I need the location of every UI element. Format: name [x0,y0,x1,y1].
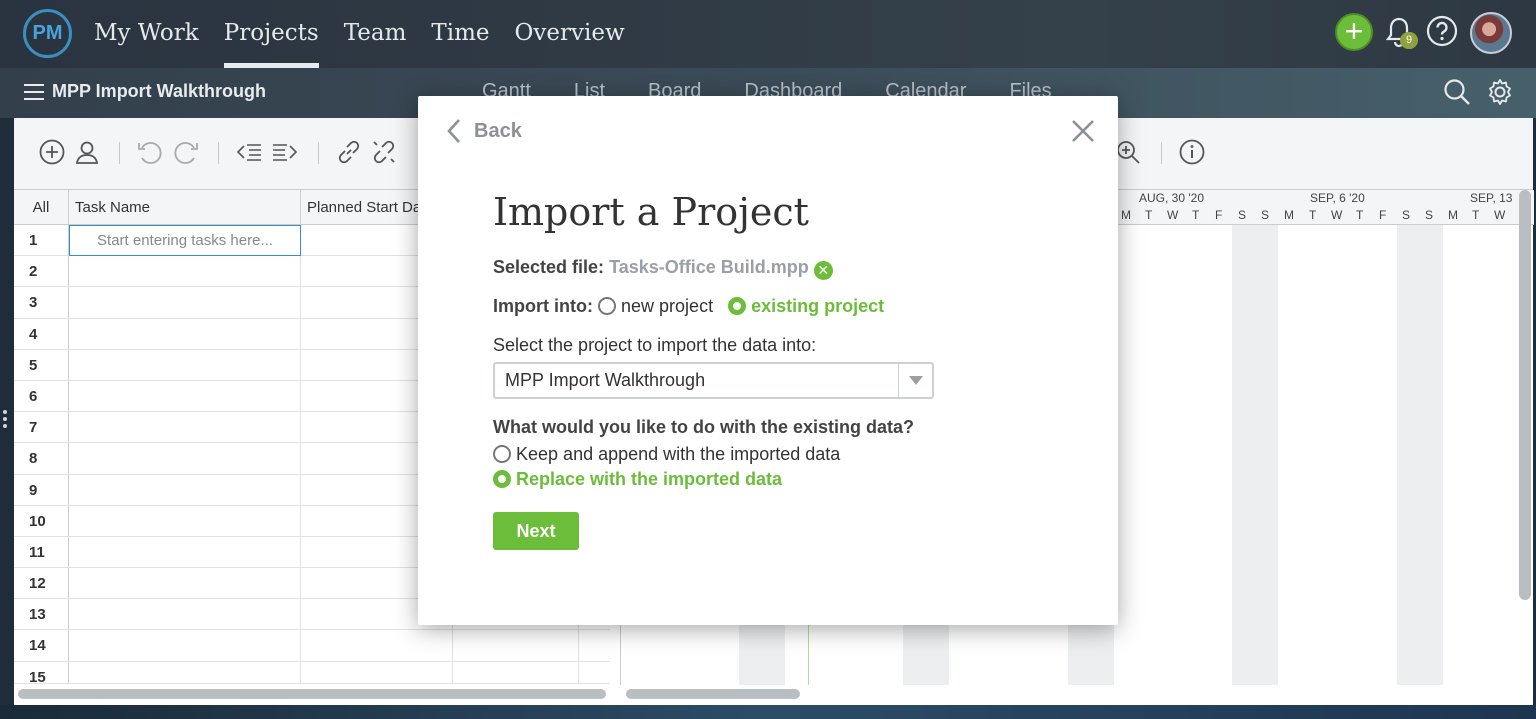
import-into-row: Import into: new project existing projec… [493,296,884,317]
existing-project-option-label[interactable]: existing project [751,296,884,316]
new-project-option-label[interactable]: new project [621,296,713,316]
keep-append-label[interactable]: Keep and append with the imported data [516,444,840,464]
selected-file-label: Selected file: [493,257,605,277]
selected-file-row: Selected file: Tasks-Office Build.mpp ✕ [493,257,833,280]
replace-row: Replace with the imported data [493,469,782,490]
replace-radio[interactable] [493,470,511,488]
close-icon[interactable] [1070,118,1096,144]
chevron-left-icon [447,119,460,143]
back-button[interactable]: Back [446,118,522,144]
next-button[interactable]: Next [493,512,579,550]
keep-append-radio[interactable] [493,445,511,463]
selected-project-value: MPP Import Walkthrough [505,370,706,390]
new-project-radio[interactable] [598,297,616,315]
selected-file-name: Tasks-Office Build.mpp [609,257,809,277]
keep-append-row: Keep and append with the imported data [493,444,840,465]
dialog-title: Import a Project [493,190,809,234]
existing-project-radio[interactable] [728,297,747,315]
existing-data-question: What would you like to do with the exist… [493,417,915,437]
import-into-label: Import into: [493,296,593,316]
project-select-dropdown[interactable]: MPP Import Walkthrough [493,362,934,399]
dropdown-arrow-icon[interactable] [898,364,932,397]
replace-label[interactable]: Replace with the imported data [516,469,782,489]
back-label: Back [474,119,522,142]
remove-file-icon[interactable]: ✕ [813,261,833,280]
select-project-prompt: Select the project to import the data in… [493,335,817,355]
import-project-dialog: Back Import a Project Selected file: Tas… [418,96,1118,625]
